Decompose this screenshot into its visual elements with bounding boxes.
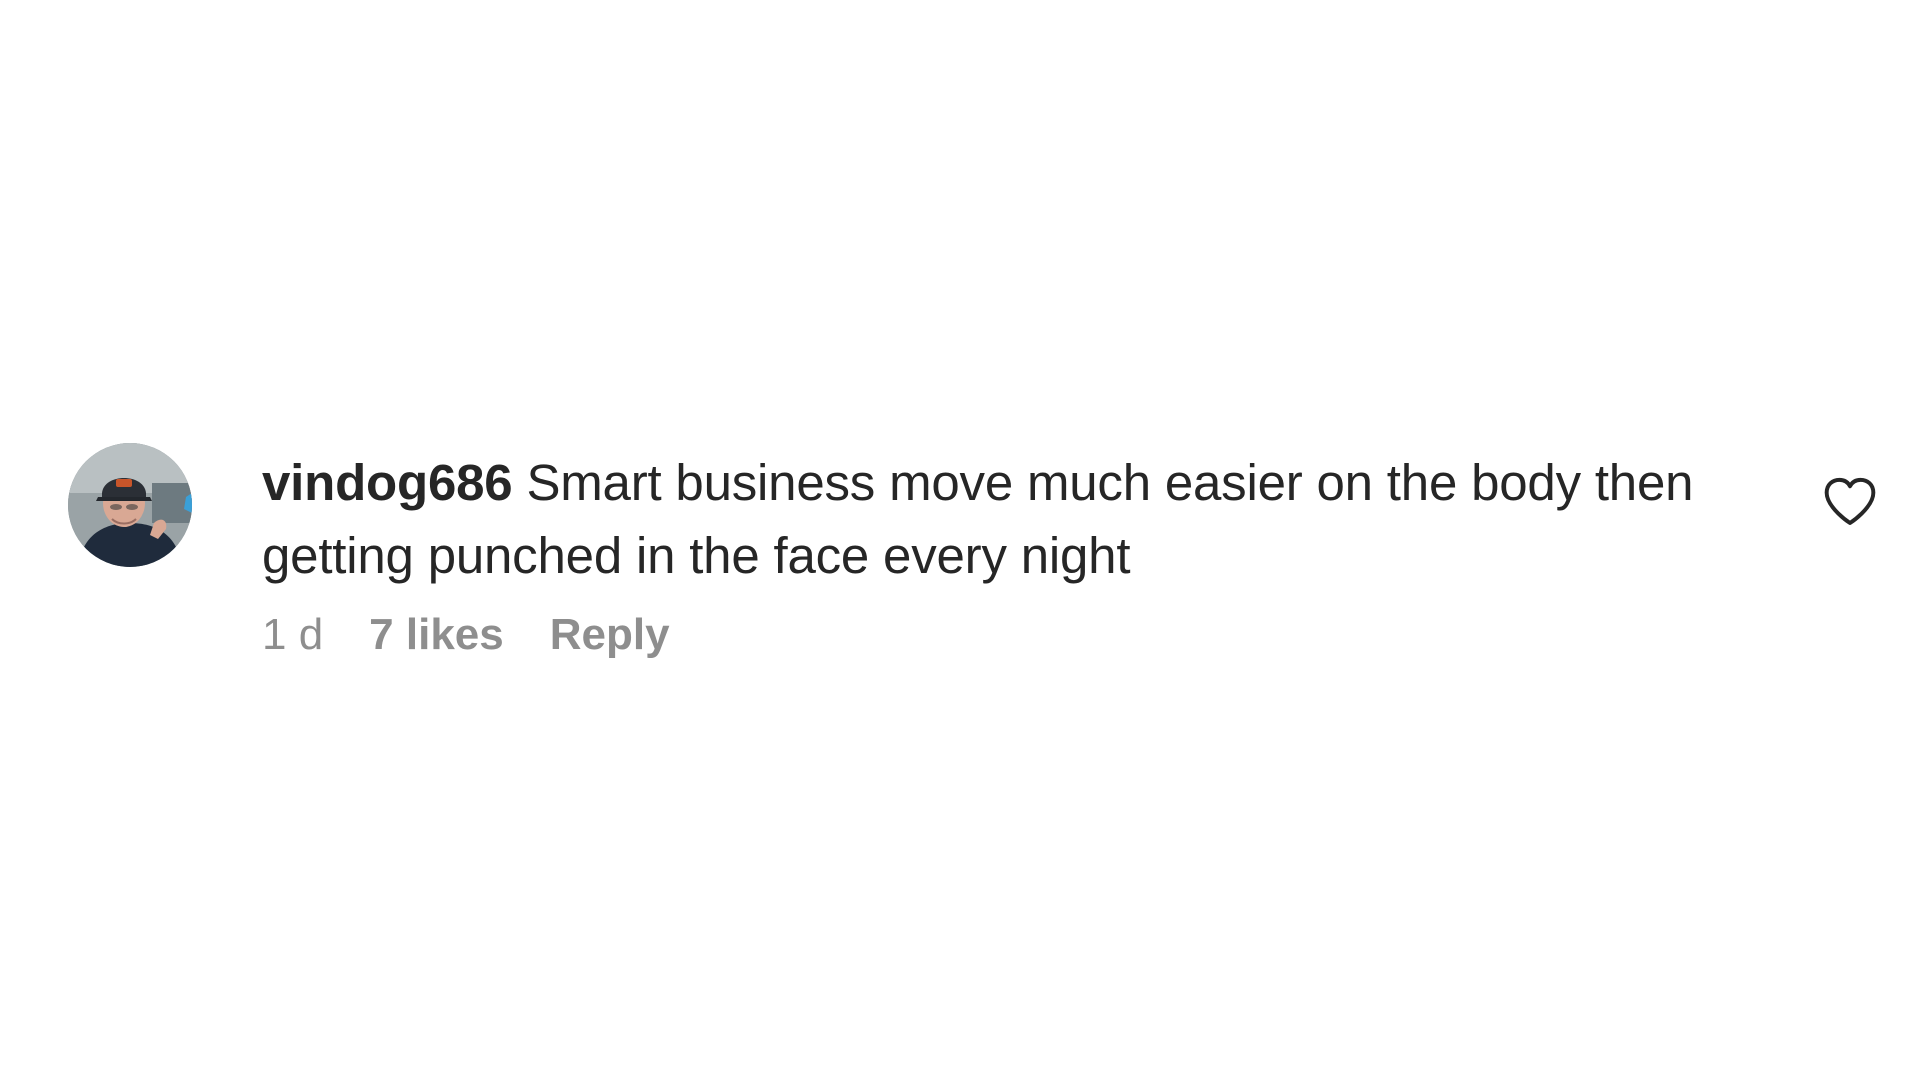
user-avatar-icon <box>68 443 192 567</box>
comment-age: 1 d <box>262 610 324 659</box>
reply-button[interactable]: Reply <box>550 610 670 660</box>
comment-text-block: vindog686 Smart business move much easier… <box>262 446 1782 592</box>
heart-outline-icon[interactable] <box>1822 476 1878 528</box>
avatar[interactable] <box>68 443 192 567</box>
comment-likes-count[interactable]: 7 likes <box>369 610 504 660</box>
comment-meta: 1 d 7 likes Reply <box>262 610 1782 660</box>
comment-username[interactable]: vindog686 <box>262 454 513 511</box>
comment-item: vindog686 Smart business move much easier… <box>0 0 1920 1080</box>
comment-body: vindog686 Smart business move much easier… <box>262 446 1782 660</box>
